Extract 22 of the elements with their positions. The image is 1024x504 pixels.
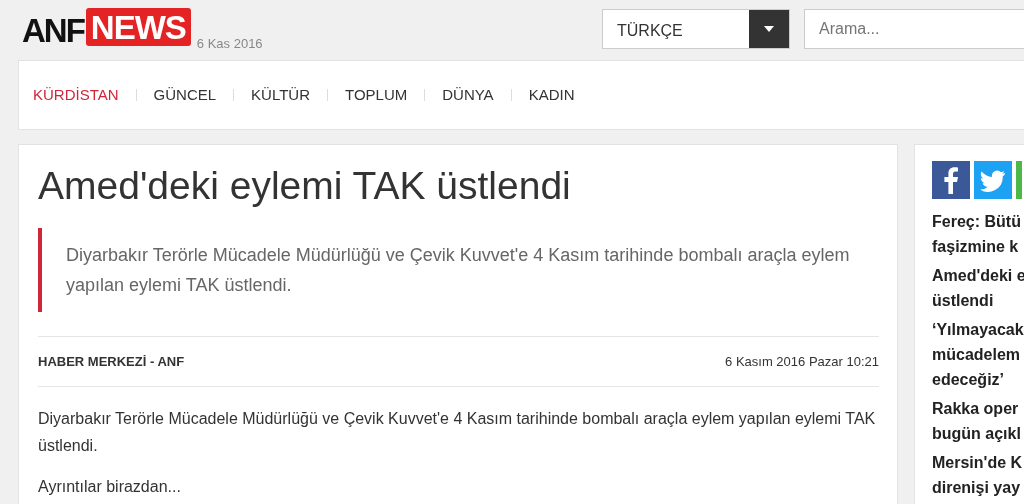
logo-badge[interactable]: NEWS [85, 8, 191, 46]
article-date: 6 Kasım 2016 Pazar 10:21 [725, 352, 879, 371]
nav-link[interactable]: DÜNYA [442, 83, 511, 107]
nav-link[interactable]: GÜNCEL [153, 83, 234, 107]
headline-link[interactable]: Rakka oper bugün açıkl [932, 396, 1024, 446]
search-field[interactable]: Arama... [804, 9, 1024, 49]
article-paragraph: Diyarbakır Terörle Mücadele Müdürlüğü ve Çevik Kuvvet'e 4 Kasım tarihinde bombalı araçla eylem yapılan eylemi TAK üstlendi. [38, 409, 877, 457]
article-summary: Diyarbakır Terörle Mücadele Müdürlüğü ve Çevik Kuvvet'e 4 Kasım tarihinde bombalı araçla eylem yapılan eylemi TAK üstlendi. [38, 227, 879, 312]
article-source: HABER MERKEZİ - ANF [38, 352, 185, 371]
facebook-icon[interactable] [932, 161, 970, 199]
nav-link[interactable]: KÜLTÜR [251, 83, 327, 107]
headline-link[interactable]: Mersin'de K direnişi yay [932, 450, 1024, 500]
article-title: Amed'deki eylemi TAK üstlendi [38, 163, 572, 209]
headline-link[interactable]: ‘Yılmayacak mücadelem edeceğiz’ [932, 317, 1024, 392]
headline-link[interactable]: Fereç: Bütü faşizmine k [932, 209, 1024, 259]
logo-text[interactable]: ANF [22, 14, 84, 47]
article-paragraph: Ayrıntılar birazdan... [38, 477, 182, 498]
nav-link[interactable]: KADIN [528, 83, 592, 107]
header-date: 6 Kas 2016 [196, 35, 263, 53]
twitter-icon[interactable] [974, 161, 1012, 199]
nav-link[interactable]: KÜRDİSTAN [33, 83, 136, 107]
nav-link[interactable]: TOPLUM [345, 83, 425, 107]
